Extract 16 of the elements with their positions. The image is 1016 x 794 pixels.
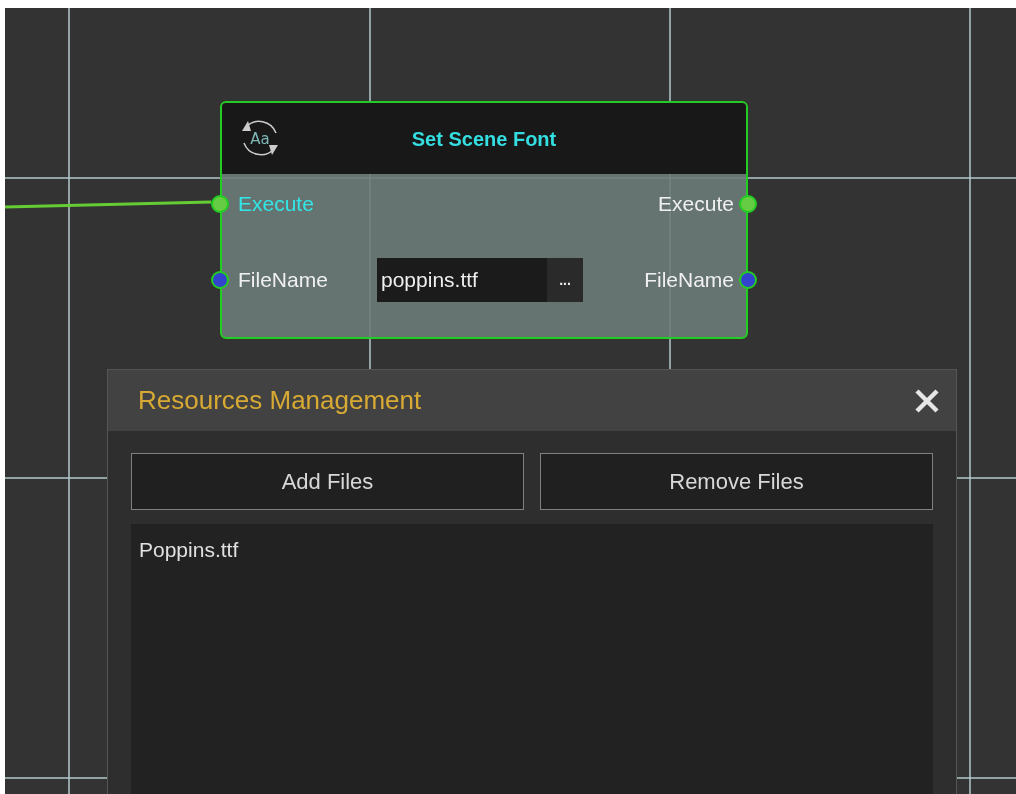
output-pin[interactable] [739,271,757,289]
file-action-button[interactable]: Add Files [131,453,524,510]
node-title: Set Scene Font [411,126,557,152]
input-pin[interactable] [211,271,229,289]
input-label: Execute [238,191,314,217]
output-pin[interactable] [739,195,757,213]
input-pin[interactable] [211,195,229,213]
close-icon [914,387,940,414]
file-item[interactable]: Poppins.ttf [139,536,925,564]
output-label: Execute [658,191,734,217]
dialog-title: Resources Management [138,384,422,417]
file-action-button[interactable]: Remove Files [540,453,933,510]
output-label: FileName [644,267,734,293]
browse-button[interactable]: ... [547,258,583,302]
input-label: FileName [238,267,328,293]
filename-field[interactable]: poppins.ttf [377,258,547,302]
